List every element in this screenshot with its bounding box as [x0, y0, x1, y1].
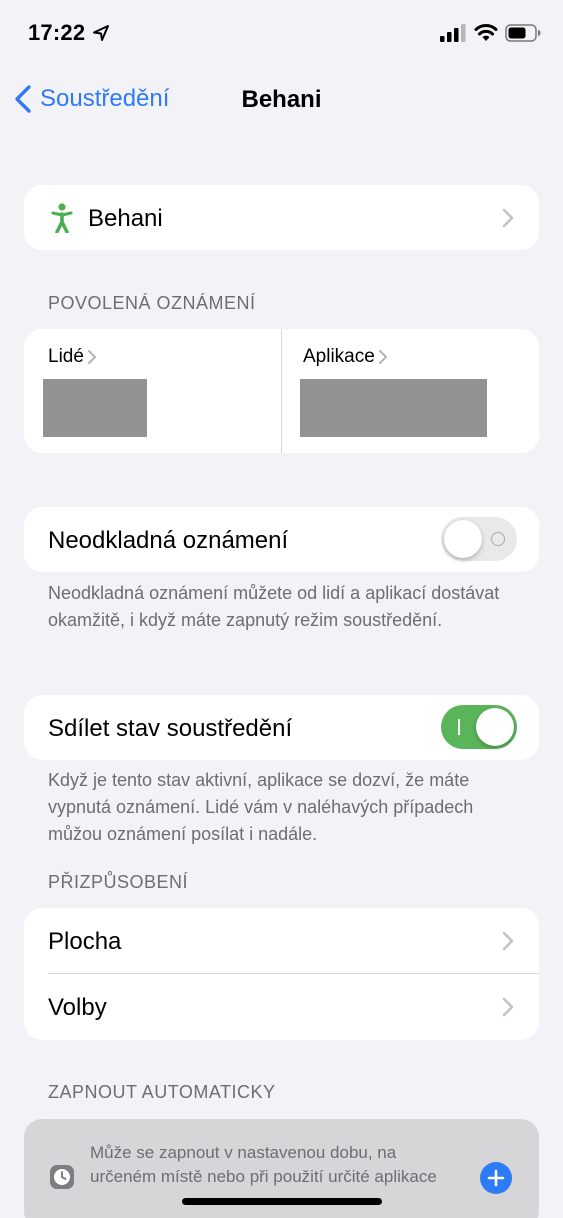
share-status-footnote: Když je tento stav aktivní, aplikace se … [48, 770, 474, 844]
people-header: Lidé [48, 346, 97, 368]
share-status-row: Sdílet stav soustředění [24, 695, 539, 760]
plus-icon [487, 1169, 505, 1187]
page-title: Behani [241, 86, 322, 113]
time-sensitive-label: Neodkladná oznámení [48, 527, 289, 554]
people-label: Lidé [48, 346, 84, 367]
home-indicator[interactable] [182, 1198, 382, 1205]
battery-icon [505, 24, 541, 42]
redacted-app-icons [300, 379, 487, 437]
auto-hint-text: Může se zapnout v nastavenou dobu, na ur… [90, 1143, 437, 1186]
home-screen-row[interactable]: Plocha [24, 908, 539, 973]
apps-label: Aplikace [303, 346, 375, 367]
section-header-auto: ZAPNOUT AUTOMATICKY [48, 1082, 276, 1102]
options-label: Volby [48, 994, 107, 1021]
status-time: 17:22 [28, 20, 86, 45]
focus-name-label: Behani [88, 205, 163, 232]
cellular-signal-icon [440, 24, 466, 42]
time-sensitive-toggle[interactable] [441, 517, 517, 561]
add-automation-button[interactable] [480, 1162, 512, 1194]
people-cell[interactable]: Lidé [24, 329, 281, 453]
share-status-label: Sdílet stav soustředění [48, 715, 293, 742]
toggle-off-indicator [491, 532, 505, 546]
toggle-knob [444, 520, 482, 558]
apps-header: Aplikace [303, 346, 388, 368]
home-screen-label: Plocha [48, 928, 122, 955]
time-sensitive-row: Neodkladná oznámení [24, 507, 539, 572]
running-figure-icon [51, 203, 73, 233]
focus-row[interactable]: Behani [24, 185, 539, 250]
redacted-people-avatars [43, 379, 147, 437]
chevron-right-icon [502, 997, 514, 1017]
options-row[interactable]: Volby [24, 974, 539, 1040]
section-header-customize: PŘIZPŮSOBENÍ [48, 872, 189, 892]
section-header-allowed: POVOLENÁ OZNÁMENÍ [48, 293, 256, 313]
chevron-right-icon [378, 350, 387, 364]
chevron-right-icon [502, 931, 514, 951]
chevron-right-icon [502, 208, 514, 228]
location-arrow-icon [93, 25, 109, 41]
toggle-knob [476, 708, 514, 746]
clock-icon [50, 1165, 74, 1189]
share-status-toggle[interactable] [441, 705, 517, 749]
wifi-icon [474, 24, 498, 41]
customize-card: Plocha Volby [24, 908, 539, 1040]
toggle-on-indicator [458, 719, 460, 735]
apps-cell[interactable]: Aplikace [282, 329, 539, 453]
time-sensitive-footnote: Neodkladná oznámení můžete od lidí a apl… [48, 583, 500, 630]
chevron-right-icon [87, 350, 96, 364]
allowed-notifications-card: Lidé Aplikace [24, 329, 539, 453]
